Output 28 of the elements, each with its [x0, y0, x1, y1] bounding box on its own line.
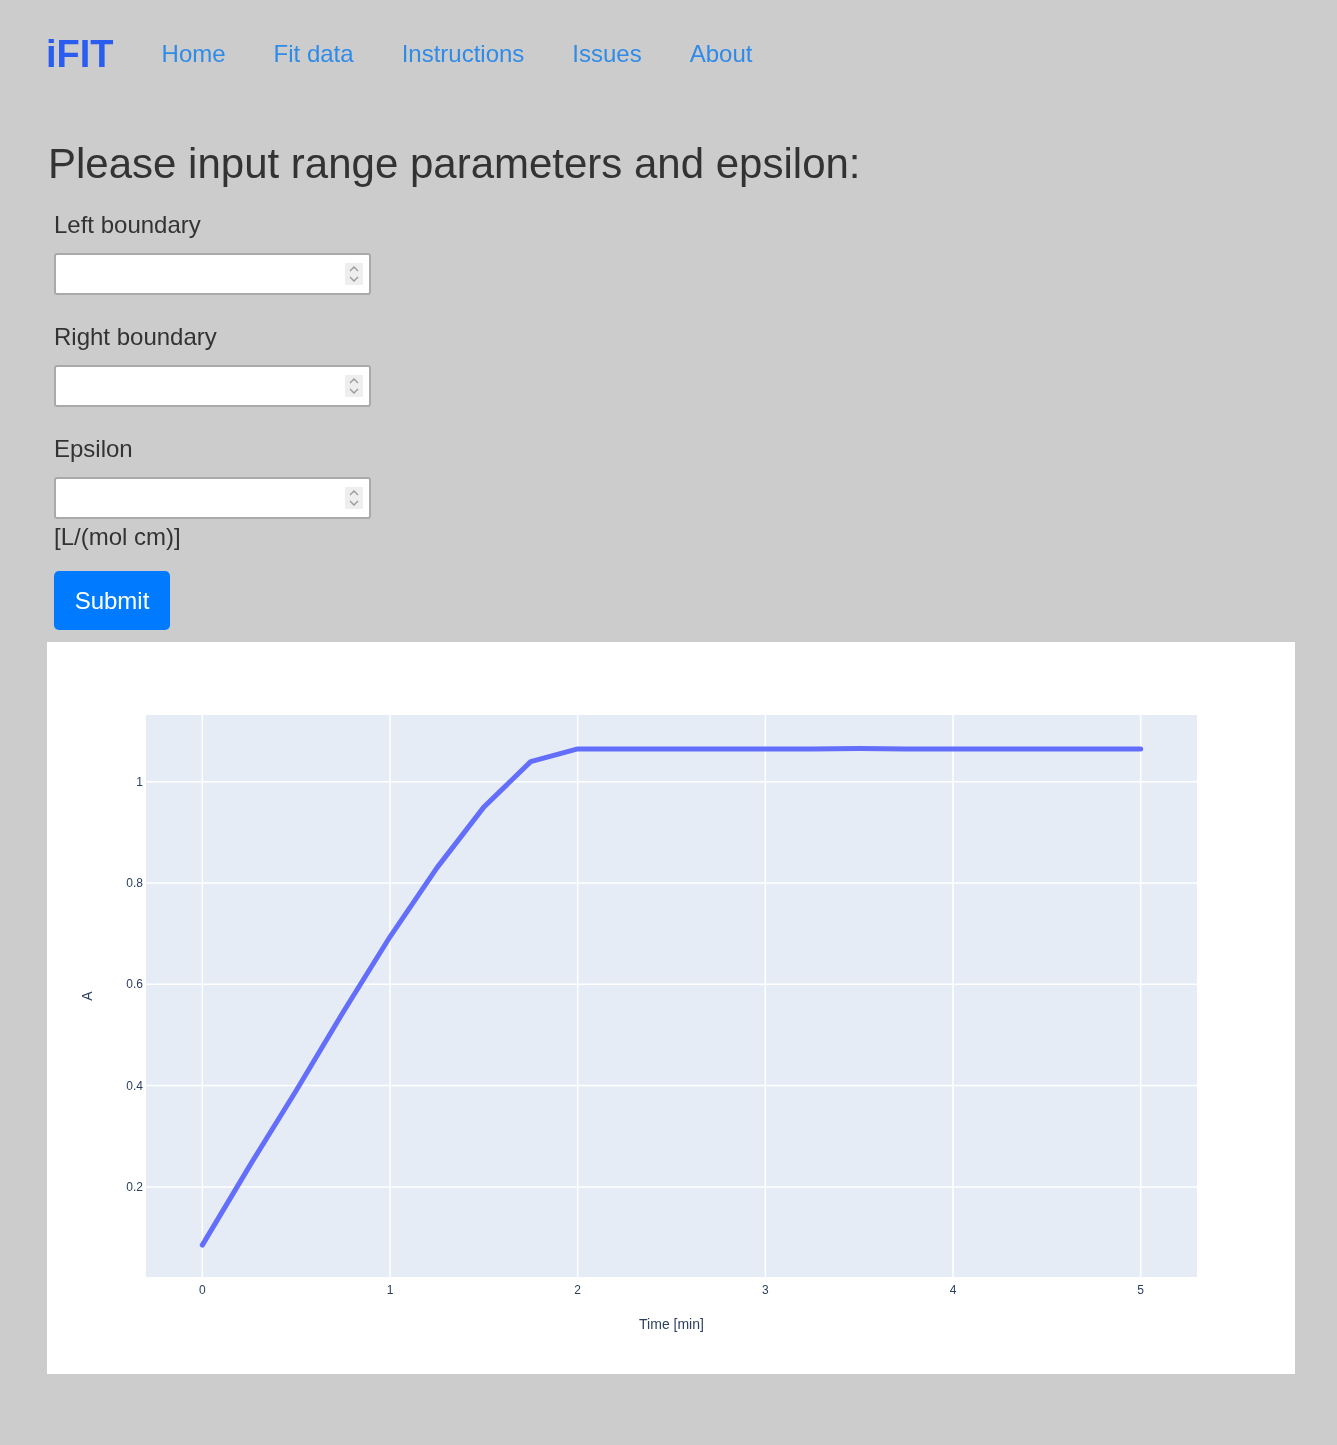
- nav-link[interactable]: Issues: [572, 36, 642, 72]
- y-axis-title: A: [79, 991, 95, 1001]
- x-tick-label: 5: [1137, 1283, 1145, 1297]
- brand-logo[interactable]: iFIT: [46, 25, 114, 83]
- number-field[interactable]: [54, 477, 371, 519]
- x-axis-title: Time [min]: [639, 1316, 704, 1332]
- number-field[interactable]: [54, 365, 371, 407]
- spinner-icon[interactable]: [345, 375, 363, 397]
- number-field[interactable]: [54, 253, 371, 295]
- y-tick-label: 0.2: [126, 1179, 143, 1194]
- x-tick-label: 4: [949, 1283, 957, 1297]
- page-heading: Please input range parameters and epsilon:: [48, 139, 862, 189]
- y-tick-label: 1: [136, 774, 143, 789]
- y-tick-label: 0.6: [126, 977, 143, 992]
- nav-link[interactable]: Instructions: [401, 36, 525, 72]
- spinner-icon[interactable]: [345, 487, 363, 509]
- x-tick-label: 1: [386, 1283, 394, 1297]
- x-tick-label: 0: [198, 1283, 206, 1297]
- nav-link[interactable]: Fit data: [273, 36, 354, 72]
- y-tick-label: 0.8: [126, 876, 143, 891]
- submit-button[interactable]: Submit: [54, 571, 170, 630]
- nav-link[interactable]: Home: [161, 36, 226, 72]
- y-tick-label: 0.4: [126, 1078, 143, 1093]
- spinner-icon[interactable]: [345, 263, 363, 285]
- x-tick-label: 2: [574, 1283, 581, 1297]
- x-tick-label: 3: [762, 1283, 769, 1297]
- nav-link[interactable]: About: [689, 36, 753, 72]
- unit-label: [L/(mol cm)]: [54, 522, 181, 552]
